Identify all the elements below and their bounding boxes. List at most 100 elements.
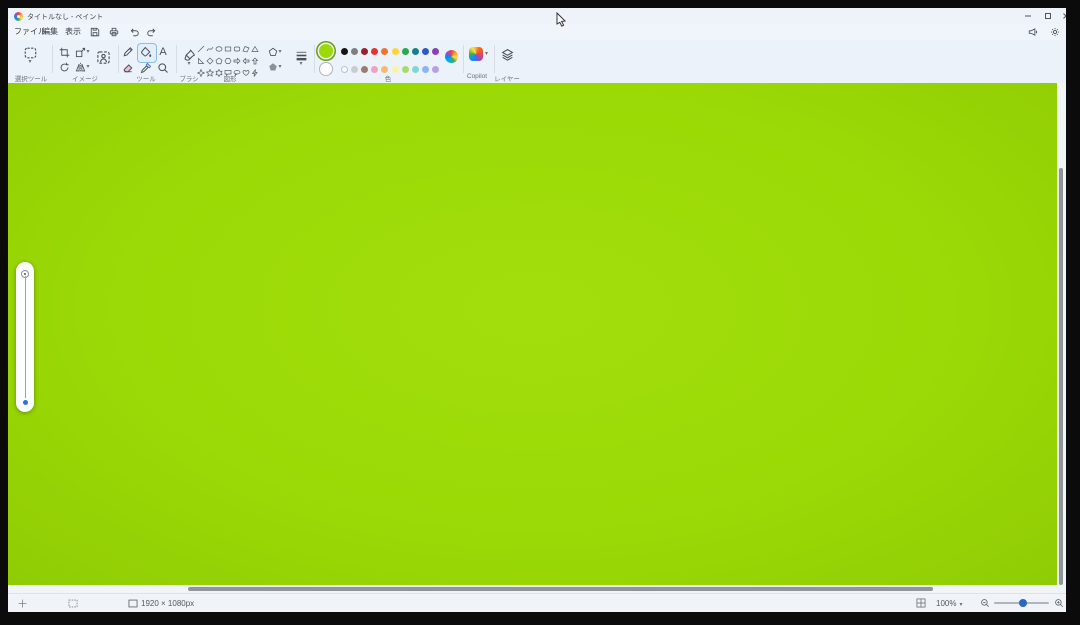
shape-fill-dropdown-caret[interactable] [278,65,281,69]
image-group-label: イメージ [54,73,116,83]
shape-oval-icon[interactable] [214,45,223,53]
shape-triangle-icon[interactable] [250,45,259,53]
palette-swatch[interactable] [381,66,388,73]
selection-dropdown-caret[interactable] [28,60,31,64]
shape-rectangle-icon[interactable] [223,45,232,53]
palette-swatch[interactable] [402,66,409,73]
canvas-size-icon [128,599,138,608]
undo-icon[interactable] [128,26,141,38]
zoom-out-icon[interactable] [980,597,990,609]
menubar: ファイル 編集 表示 [8,24,1066,40]
feedback-icon[interactable] [1026,26,1039,38]
shape-fill-icon[interactable] [266,61,284,72]
floating-slider-track [25,276,26,398]
palette-swatch[interactable] [361,66,368,73]
text-icon[interactable]: A [156,45,170,59]
color2-well[interactable] [319,62,333,76]
selection-size-icon [68,597,78,609]
floating-slider[interactable] [16,262,34,412]
menu-view[interactable]: 表示 [62,26,84,38]
flip-icon[interactable] [74,61,91,73]
edit-colors-icon[interactable] [445,50,458,63]
horizontal-scrollbar[interactable] [8,585,1057,593]
separator [176,45,177,73]
pencil-icon[interactable] [121,45,135,59]
palette-swatch[interactable] [412,66,419,73]
window-title: タイトルなし - ペイント [27,12,103,22]
palette-swatch[interactable] [422,66,429,73]
shape-hexagon-icon[interactable] [223,57,232,65]
resize-icon[interactable] [74,46,91,58]
crop-icon[interactable] [58,46,71,58]
canvas-size-label: 1920 × 1080px [141,599,194,608]
selection-tool-button[interactable] [18,44,42,66]
shape-arrow-up-icon[interactable] [250,57,259,65]
brush-dropdown-caret[interactable] [187,62,190,66]
vertical-scrollbar[interactable] [1057,83,1066,585]
zoom-slider-thumb[interactable] [1019,599,1027,607]
palette-swatch[interactable] [361,48,368,55]
copilot-icon[interactable] [469,47,483,61]
line-width-icon[interactable] [291,45,311,69]
copilot-dropdown-caret[interactable] [485,52,488,56]
rotate-icon[interactable] [58,61,71,73]
fill-icon[interactable] [139,45,153,59]
palette-swatch[interactable] [422,48,429,55]
horizontal-scrollbar-thumb[interactable] [188,587,933,591]
palette-swatch[interactable] [402,48,409,55]
palette-swatch[interactable] [392,66,399,73]
shape-polygon-icon[interactable] [241,45,250,53]
colors-group-label: 色 [363,73,413,83]
palette-swatch[interactable] [412,48,419,55]
layers-icon[interactable] [499,46,515,62]
zoom-level-dropdown[interactable]: 100% [936,597,962,609]
layers-button-label[interactable]: レイヤー [490,73,524,83]
separator [52,45,53,73]
cursor-position-icon [18,597,27,609]
save-icon[interactable] [88,26,101,38]
palette-swatch[interactable] [341,66,348,73]
shape-curve-icon[interactable] [205,45,214,53]
canvas-size-indicator: 1920 × 1080px [128,597,194,609]
shape-pentagon-icon[interactable] [214,57,223,65]
shape-diamond-icon[interactable] [205,57,214,65]
line-width-dropdown-caret[interactable] [299,62,302,66]
tools-group-label: ツール [120,73,172,83]
zoom-slider[interactable] [994,597,1049,609]
palette-swatch[interactable] [341,48,348,55]
palette-swatch[interactable] [371,48,378,55]
menu-edit[interactable]: 編集 [39,26,61,38]
shape-arrow-left-icon[interactable] [241,57,250,65]
outline-icon[interactable] [266,46,284,57]
floating-slider-dot [23,400,28,405]
zoom-in-icon[interactable] [1054,597,1064,609]
close-button[interactable] [1058,9,1066,23]
redo-icon[interactable] [145,26,158,38]
palette-swatch[interactable] [432,66,439,73]
paint-canvas[interactable] [8,83,1057,585]
palette-swatch[interactable] [381,48,388,55]
zoom-level-value: 100% [936,599,956,608]
print-icon[interactable] [107,26,120,38]
statusbar: 1920 × 1080px 100% [8,593,1066,612]
color1-well[interactable] [319,44,333,58]
palette-swatch[interactable] [351,48,358,55]
shape-rounded-rectangle-icon[interactable] [232,45,241,53]
titlebar[interactable]: タイトルなし - ペイント [8,8,1066,24]
settings-icon[interactable] [1048,26,1061,38]
outline-dropdown-caret[interactable] [278,50,281,54]
remove-background-icon[interactable] [94,48,112,66]
palette-swatch[interactable] [351,66,358,73]
separator [314,45,315,73]
grid-icon[interactable] [916,597,926,609]
shape-line-icon[interactable] [196,45,205,53]
palette-swatch[interactable] [371,66,378,73]
palette-swatch[interactable] [432,48,439,55]
minimize-button[interactable] [1020,9,1036,23]
maximize-button[interactable] [1040,9,1056,23]
shape-right-triangle-icon[interactable] [196,57,205,65]
palette-swatch[interactable] [392,48,399,55]
separator [494,45,495,73]
shape-arrow-right-icon[interactable] [232,57,241,65]
vertical-scrollbar-thumb[interactable] [1059,168,1063,585]
